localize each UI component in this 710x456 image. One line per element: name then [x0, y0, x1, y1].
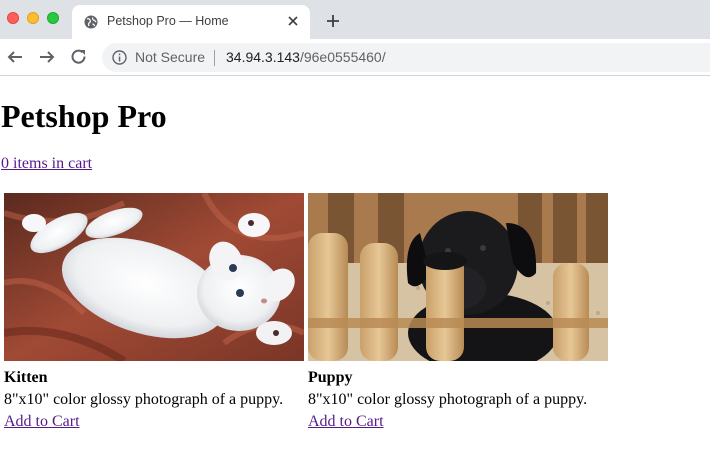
- browser-tab-bar: Petshop Pro — Home: [0, 0, 710, 39]
- add-to-cart-link-kitten[interactable]: Add to Cart: [4, 413, 80, 431]
- address-separator: [214, 50, 215, 66]
- product-description: 8"x10" color glossy photograph of a pupp…: [308, 391, 588, 408]
- arrow-left-icon[interactable]: [6, 48, 24, 66]
- security-label[interactable]: Not Secure: [135, 49, 205, 65]
- url-path: /96e0555460/: [299, 49, 386, 65]
- window-minimize-button[interactable]: [27, 12, 39, 24]
- kitten-image: [4, 193, 304, 361]
- browser-tab[interactable]: Petshop Pro — Home: [72, 5, 310, 39]
- cart-link[interactable]: 0 items in cart: [1, 155, 92, 173]
- url-text[interactable]: 34.94.3.143/96e0555460/: [226, 49, 386, 65]
- arrow-right-icon[interactable]: [38, 48, 56, 66]
- product-description: 8"x10" color glossy photograph of a pupp…: [4, 391, 284, 408]
- info-icon[interactable]: [112, 50, 127, 65]
- globe-icon: [84, 15, 98, 29]
- add-to-cart-link-puppy[interactable]: Add to Cart: [308, 413, 384, 431]
- reload-icon[interactable]: [70, 48, 88, 66]
- product-card-puppy: Puppy 8"x10" color glossy photograph of …: [308, 193, 608, 430]
- tab-title: Petshop Pro — Home: [107, 14, 229, 28]
- window-zoom-button[interactable]: [47, 12, 59, 24]
- close-icon[interactable]: [286, 14, 300, 28]
- window-close-button[interactable]: [7, 12, 19, 24]
- page-title: Petshop Pro: [1, 98, 167, 134]
- browser-toolbar: Not Secure 34.94.3.143/96e0555460/: [0, 39, 710, 76]
- product-card-kitten: Kitten 8"x10" color glossy photograph of…: [4, 193, 304, 430]
- product-name: Kitten: [4, 369, 48, 386]
- url-host: 34.94.3.143: [226, 49, 300, 65]
- puppy-image: [308, 193, 608, 361]
- page-content: Petshop Pro 0 items in cart Kitten 8"x10…: [0, 77, 710, 456]
- plus-icon[interactable]: [325, 13, 341, 29]
- address-bar[interactable]: Not Secure 34.94.3.143/96e0555460/: [102, 43, 710, 72]
- product-name: Puppy: [308, 369, 353, 386]
